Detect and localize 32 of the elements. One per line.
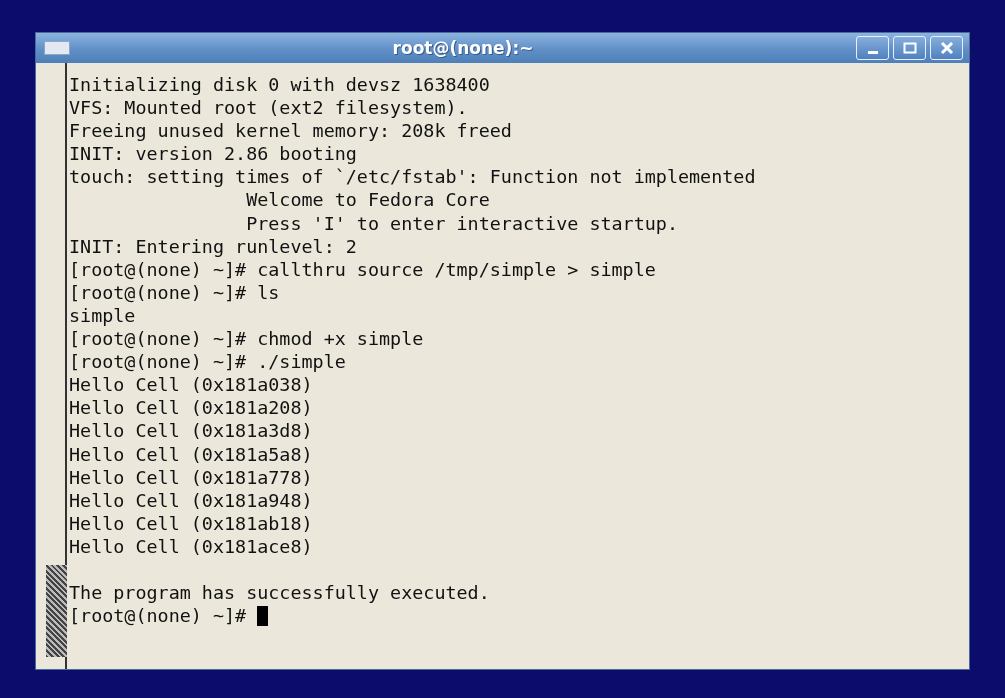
output-line: Hello Cell (0x181a208) [69,396,313,420]
output-line: Initializing disk 0 with devsz 1638400 [69,73,490,97]
output-line: Hello Cell (0x181ab18) [69,511,313,535]
output-line: [root@(none) ~]# ./simple [69,350,346,374]
output-line: Hello Cell (0x181a038) [69,373,313,397]
close-icon [939,42,954,54]
close-button[interactable] [930,36,963,60]
output-line: Freeing unused kernel memory: 208k freed [69,119,512,143]
output-line: [root@(none) ~]# chmod +x simple [69,327,424,351]
output-line: INIT: Entering runlevel: 2 [69,234,357,258]
output-line: Hello Cell (0x181a5a8) [69,442,313,466]
window-title: root@(none):~ [391,38,535,58]
output-line: simple [69,303,136,328]
minimize-button[interactable] [856,36,889,60]
output-line: INIT: version 2.86 booting [69,142,357,166]
output-line: Press 'I' to enter interactive startup. [245,211,678,235]
maximize-button[interactable] [893,36,926,60]
output-line: touch: setting times of `/etc/fstab': Function not implemented [69,165,756,189]
output-line: The program has successfully executed. [69,581,490,605]
output-line: Hello Cell (0x181a3d8) [69,419,313,443]
output-line: [root@(none) ~]# callthru source /tmp/simple > simple [69,257,656,281]
shell-prompt: [root@(none) ~]# [69,604,247,628]
output-line: [root@(none) ~]# ls [69,280,280,304]
minimize-icon [867,50,878,54]
output-line: Hello Cell (0x181a948) [69,488,313,512]
output-line: Hello Cell (0x181ace8) [69,534,313,558]
scrollbar-thumb[interactable] [46,565,67,657]
output-line: Welcome to Fedora Core [245,188,490,212]
output-line: Hello Cell (0x181a778) [69,465,313,489]
window-icon[interactable] [44,41,70,55]
maximize-icon [902,42,917,54]
output-line: VFS: Mounted root (ext2 filesystem). [69,96,468,120]
